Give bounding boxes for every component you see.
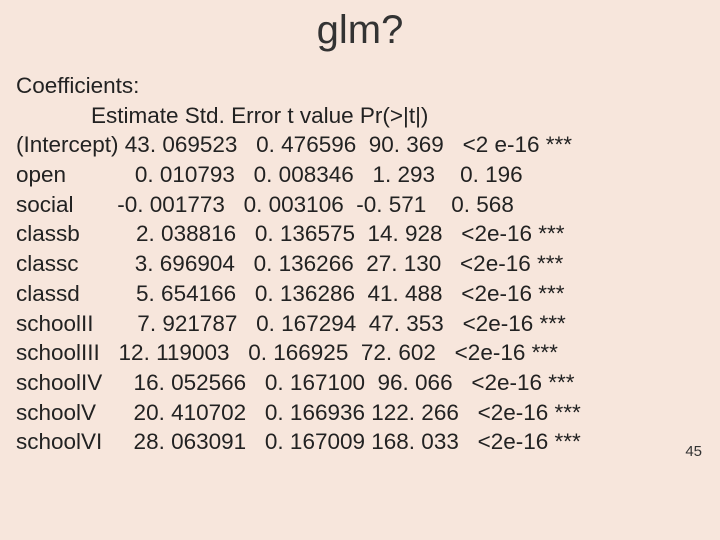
table-row: open 0. 010793 0. 008346 1. 293 0. 196 — [16, 160, 720, 190]
table-row: social -0. 001773 0. 003106 -0. 571 0. 5… — [16, 190, 720, 220]
table-row: classd 5. 654166 0. 136286 41. 488 <2e-1… — [16, 279, 720, 309]
table-row: classb 2. 038816 0. 136575 14. 928 <2e-1… — [16, 219, 720, 249]
slide-title: glm? — [0, 0, 720, 71]
table-row: schoolV 20. 410702 0. 166936 122. 266 <2… — [16, 398, 720, 428]
table-row: classc 3. 696904 0. 136266 27. 130 <2e-1… — [16, 249, 720, 279]
table-row: schoolVI 28. 063091 0. 167009 168. 033 <… — [16, 427, 720, 457]
table-row: schoolIV 16. 052566 0. 167100 96. 066 <2… — [16, 368, 720, 398]
table-row: schoolIII 12. 119003 0. 166925 72. 602 <… — [16, 338, 720, 368]
coef-header: Coefficients: — [16, 71, 720, 101]
table-row: (Intercept) 43. 069523 0. 476596 90. 369… — [16, 130, 720, 160]
table-row: schoolII 7. 921787 0. 167294 47. 353 <2e… — [16, 309, 720, 339]
page-number: 45 — [685, 443, 702, 460]
coef-columns: Estimate Std. Error t value Pr(>|t|) — [16, 101, 720, 131]
coefficients-block: Coefficients: Estimate Std. Error t valu… — [0, 71, 720, 457]
